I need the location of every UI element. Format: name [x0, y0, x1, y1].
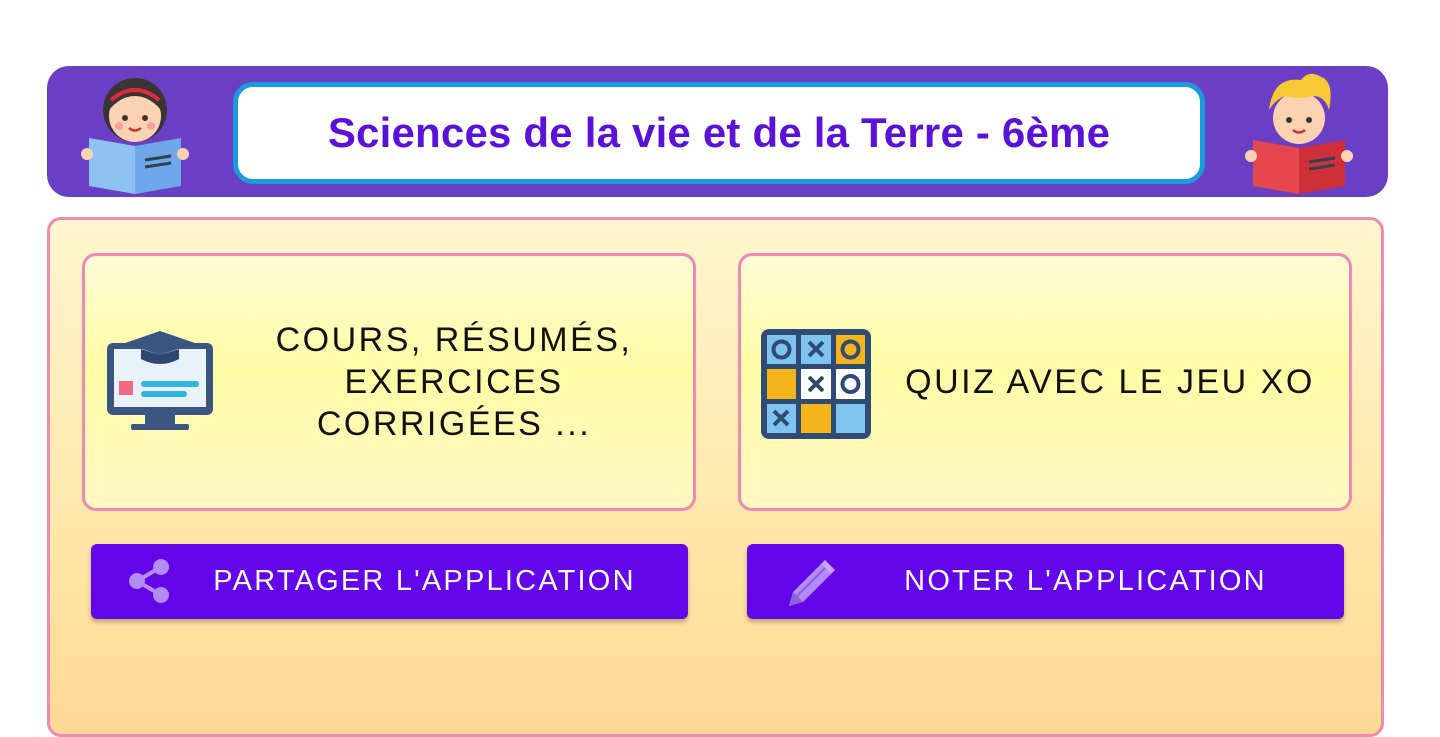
quiz-card-label: QUIZ AVEC LE JEU XO [905, 363, 1315, 401]
quiz-card[interactable]: QUIZ AVEC LE JEU XO [738, 253, 1352, 511]
page-title: Sciences de la vie et de la Terre - 6ème [327, 109, 1111, 156]
app-header: Sciences de la vie et de la Terre - 6ème [47, 66, 1388, 197]
pencil-icon [789, 560, 835, 606]
share-icon [129, 559, 169, 603]
courses-card[interactable]: COURS, RÉSUMÉS, EXERCICES CORRIGÉES ... [82, 253, 696, 511]
title-box: Sciences de la vie et de la Terre - 6ème [233, 82, 1205, 184]
main-panel: COURS, RÉSUMÉS, EXERCICES CORRIGÉES ... … [47, 217, 1384, 737]
tic-tac-toe-icon [761, 329, 871, 439]
girl-reading-icon [81, 78, 189, 194]
courses-card-label: COURS, RÉSUMÉS, EXERCICES CORRIGÉES ... [275, 321, 633, 443]
computer-graduation-cap-icon [107, 331, 213, 430]
share-app-label: PARTAGER L'APPLICATION [213, 565, 636, 597]
share-app-button[interactable]: PARTAGER L'APPLICATION [91, 544, 688, 619]
boy-reading-icon [1245, 73, 1353, 194]
rate-app-button[interactable]: NOTER L'APPLICATION [747, 544, 1344, 619]
rate-app-label: NOTER L'APPLICATION [904, 565, 1267, 597]
